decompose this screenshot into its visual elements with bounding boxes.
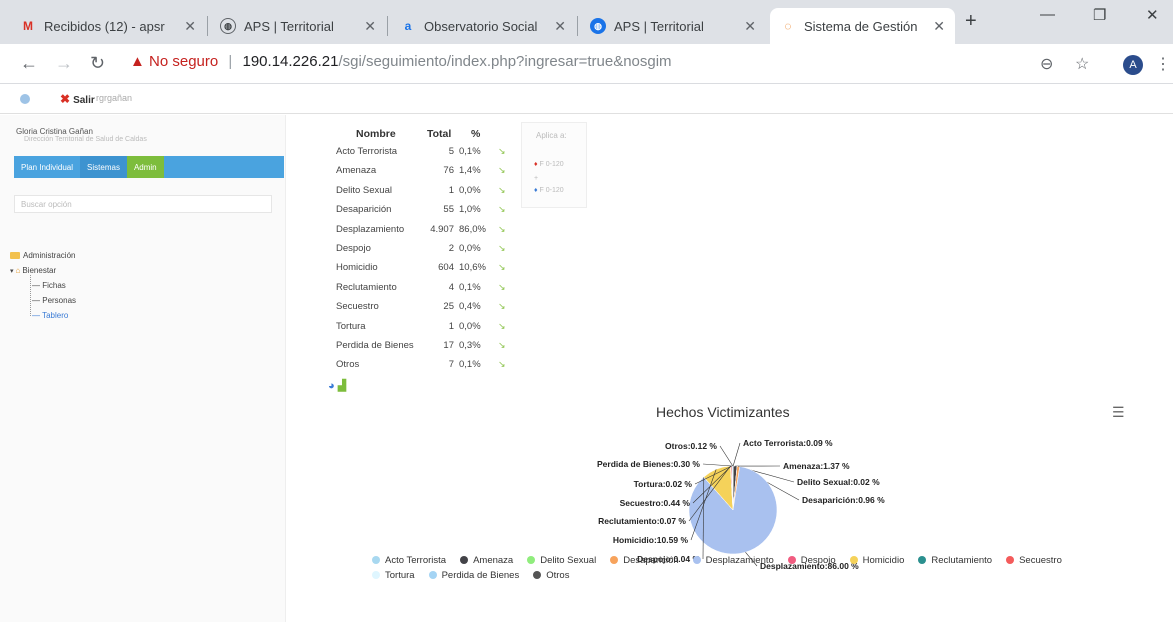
legend-item[interactable]: Desplazamiento [692, 555, 774, 566]
legend-item[interactable]: Acto Terrorista [372, 555, 446, 566]
legend-item[interactable]: Despojo [787, 555, 836, 566]
legend-item[interactable]: Tortura [372, 570, 415, 581]
legend-dot-icon [787, 556, 796, 564]
legend-item[interactable]: Otros [533, 570, 569, 581]
data-label: Otros:0.12 % [665, 441, 717, 451]
data-label: Tortura:0.02 % [634, 479, 693, 489]
legend-dot-icon [849, 556, 858, 564]
data-label: Amenaza:1.37 % [783, 461, 850, 471]
data-label: Secuestro:0.44 % [620, 498, 691, 508]
label-connector [702, 463, 733, 467]
data-label: Acto Terrorista:0.09 % [743, 438, 833, 448]
legend-label: Otros [546, 570, 570, 581]
data-label: Reclutamiento:0.07 % [598, 516, 686, 526]
data-label: Perdida de Bienes:0.30 % [597, 459, 700, 469]
pie-chart: Acto Terrorista:0.09 % Amenaza:1.37 % Deli… [597, 438, 885, 571]
legend-dot-icon [460, 556, 469, 564]
legend-label: Secuestro [1019, 555, 1062, 566]
legend-label: Homicidio [862, 555, 905, 566]
legend-item[interactable]: Reclutamiento [918, 555, 992, 566]
legend-item[interactable]: Perdida de Bienes [428, 570, 520, 581]
data-label: Desaparición:0.96 % [802, 495, 885, 505]
legend-label: Desplazamiento [705, 555, 774, 566]
legend-label: Delito Sexual [540, 555, 597, 566]
legend-label: Reclutamiento [931, 555, 993, 566]
legend-dot-icon [527, 556, 536, 564]
legend-label: Amenaza [473, 555, 514, 566]
legend-item[interactable]: Secuestro [1006, 555, 1062, 566]
chart-legend: Acto Terrorista Amenaza Delito Sexual Desap… [372, 555, 1112, 585]
legend-dot-icon [692, 556, 701, 564]
legend-label: Tortura [385, 570, 415, 581]
label-connector [732, 442, 741, 467]
data-label: Delito Sexual:0.02 % [797, 477, 880, 487]
legend-label: Desaparición [623, 555, 679, 566]
legend-item[interactable]: Amenaza [460, 555, 513, 566]
legend-dot-icon [372, 556, 380, 564]
legend-label: Despojo [800, 555, 836, 566]
legend-dot-icon [428, 571, 437, 579]
legend-item[interactable]: Desaparición [610, 555, 679, 566]
legend-item[interactable]: Delito Sexual [527, 555, 596, 566]
legend-dot-icon [610, 556, 619, 564]
legend-label: Perdida de Bienes [441, 570, 520, 581]
label-connector [719, 445, 734, 467]
legend-dot-icon [533, 571, 542, 579]
legend-item[interactable]: Homicidio [849, 555, 905, 566]
legend-dot-icon [918, 556, 927, 564]
data-label: Homicidio:10.59 % [613, 535, 689, 545]
legend-label: Acto Terrorista [385, 555, 447, 566]
legend-dot-icon [372, 571, 380, 579]
legend-dot-icon [1006, 556, 1015, 564]
